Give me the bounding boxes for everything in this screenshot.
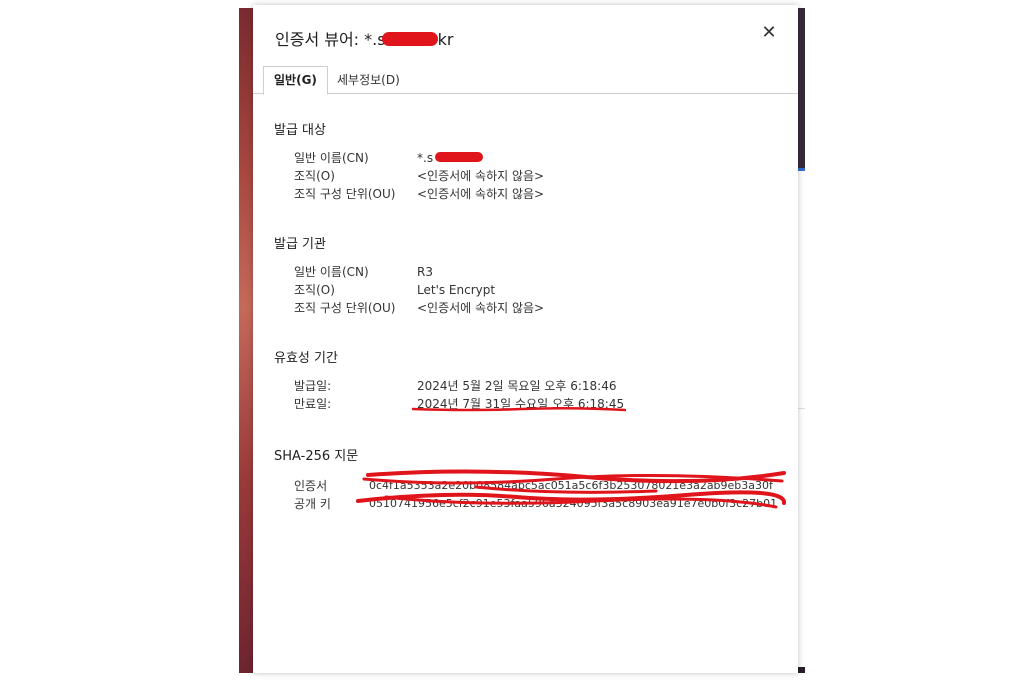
field-value: *.s xyxy=(417,149,484,167)
certificate-viewer-dialog: 인증서 뷰어: *.s kr ✕ 일반(G) 세부정보(D) 발급 대상 일반 이… xyxy=(253,5,798,673)
issued-to-heading: 발급 대상 xyxy=(274,123,326,138)
expiry-underline-mark xyxy=(412,406,626,412)
cn-value-text: *.s xyxy=(417,151,434,165)
field-label: 일반 이름(CN) xyxy=(294,265,369,279)
tab-bar: 일반(G) 세부정보(D) xyxy=(253,65,798,95)
dialog-title: 인증서 뷰어: *.s kr xyxy=(275,26,453,50)
field-value: R3 xyxy=(417,265,433,279)
field-label: 공개 키 xyxy=(294,497,331,511)
tab-general[interactable]: 일반(G) xyxy=(263,66,328,95)
background-window-edge xyxy=(798,8,805,168)
cn-redaction-mark xyxy=(435,152,484,162)
field-label: 만료일: xyxy=(294,397,332,411)
tab-details[interactable]: 세부정보(D) xyxy=(327,67,410,93)
field-label: 조직 구성 단위(OU) xyxy=(294,301,396,315)
field-value: Let's Encrypt xyxy=(417,283,496,297)
fingerprint-redaction-scribble xyxy=(356,469,786,509)
dialog-title-text: 인증서 뷰어: *.s xyxy=(275,30,386,49)
field-value: <인증서에 속하지 않음> xyxy=(417,187,545,201)
field-label: 조직 구성 단위(OU) xyxy=(294,187,396,201)
field-label: 조직(O) xyxy=(294,169,335,183)
fingerprint-heading: SHA-256 지문 xyxy=(274,449,359,464)
dialog-title-suffix: kr xyxy=(437,30,454,49)
issued-by-heading: 발급 기관 xyxy=(274,237,326,252)
title-redaction-mark xyxy=(381,32,438,46)
close-icon[interactable]: ✕ xyxy=(758,22,780,44)
field-label: 일반 이름(CN) xyxy=(294,151,369,165)
validity-heading: 유효성 기간 xyxy=(274,351,338,366)
field-label: 발급일: xyxy=(294,379,332,393)
background-window-edge-bottom xyxy=(798,667,805,673)
field-label: 조직(O) xyxy=(294,283,335,297)
background-accent-strip xyxy=(798,168,805,171)
field-value: <인증서에 속하지 않음> xyxy=(417,169,545,183)
field-value: <인증서에 속하지 않음> xyxy=(417,301,545,315)
background-divider xyxy=(798,408,805,409)
field-label: 인증서 xyxy=(294,479,328,493)
field-value: 2024년 5월 2일 목요일 오후 6:18:46 xyxy=(417,379,617,393)
